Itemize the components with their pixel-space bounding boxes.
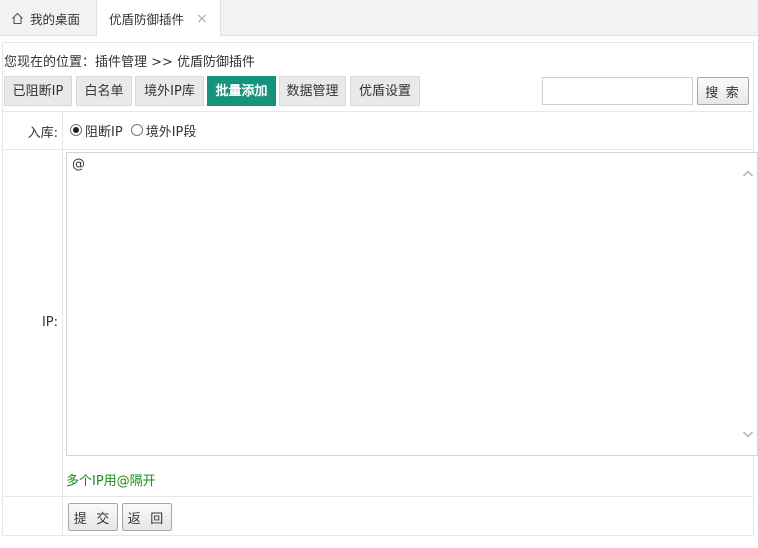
search-input[interactable] xyxy=(542,77,693,105)
radio-blocked-ip[interactable] xyxy=(70,124,82,136)
divider xyxy=(2,496,754,497)
whitelist-button[interactable]: 白名单 xyxy=(76,76,132,106)
chevron-up-icon[interactable] xyxy=(741,167,755,181)
storage-radio-group: 阻断IP 境外IP段 xyxy=(70,121,204,140)
tab-youdun-plugin[interactable]: 优盾防御插件 × xyxy=(96,0,221,37)
ip-textarea-value: @ xyxy=(72,157,85,172)
tab-youdun-label: 优盾防御插件 xyxy=(109,12,185,27)
radio-foreign-ip-range[interactable] xyxy=(130,124,143,136)
youdun-settings-button[interactable]: 优盾设置 xyxy=(350,76,420,106)
radio-foreign-ip-range-label[interactable]: 境外IP段 xyxy=(146,121,197,140)
ip-label: IP: xyxy=(41,315,58,330)
divider xyxy=(2,111,754,112)
search-button[interactable]: 搜 索 xyxy=(697,77,749,105)
breadcrumb: 您现在的位置：插件管理 >> 优盾防御插件 xyxy=(4,55,256,70)
home-icon xyxy=(12,12,23,24)
ip-textarea[interactable]: @ xyxy=(66,152,758,456)
tab-bar: 我的桌面 优盾防御插件 × xyxy=(0,0,758,37)
tab-desktop-label: 我的桌面 xyxy=(30,11,81,27)
chevron-down-icon[interactable] xyxy=(741,427,755,441)
close-icon[interactable]: × xyxy=(196,12,208,26)
storage-label: 入库: xyxy=(27,126,58,141)
submit-button[interactable]: 提 交 xyxy=(68,503,118,531)
data-management-button[interactable]: 数据管理 xyxy=(279,76,346,106)
tab-desktop[interactable]: 我的桌面 xyxy=(0,0,94,36)
divider xyxy=(62,111,63,536)
ip-hint: 多个IP用@隔开 xyxy=(66,474,156,489)
back-button[interactable]: 返 回 xyxy=(122,503,172,531)
radio-blocked-ip-label[interactable]: 阻断IP xyxy=(85,121,123,140)
blocked-ip-button[interactable]: 已阻断IP xyxy=(4,76,72,106)
foreign-ip-library-button[interactable]: 境外IP库 xyxy=(135,76,204,106)
batch-add-button[interactable]: 批量添加 xyxy=(207,76,276,106)
divider xyxy=(2,149,754,150)
